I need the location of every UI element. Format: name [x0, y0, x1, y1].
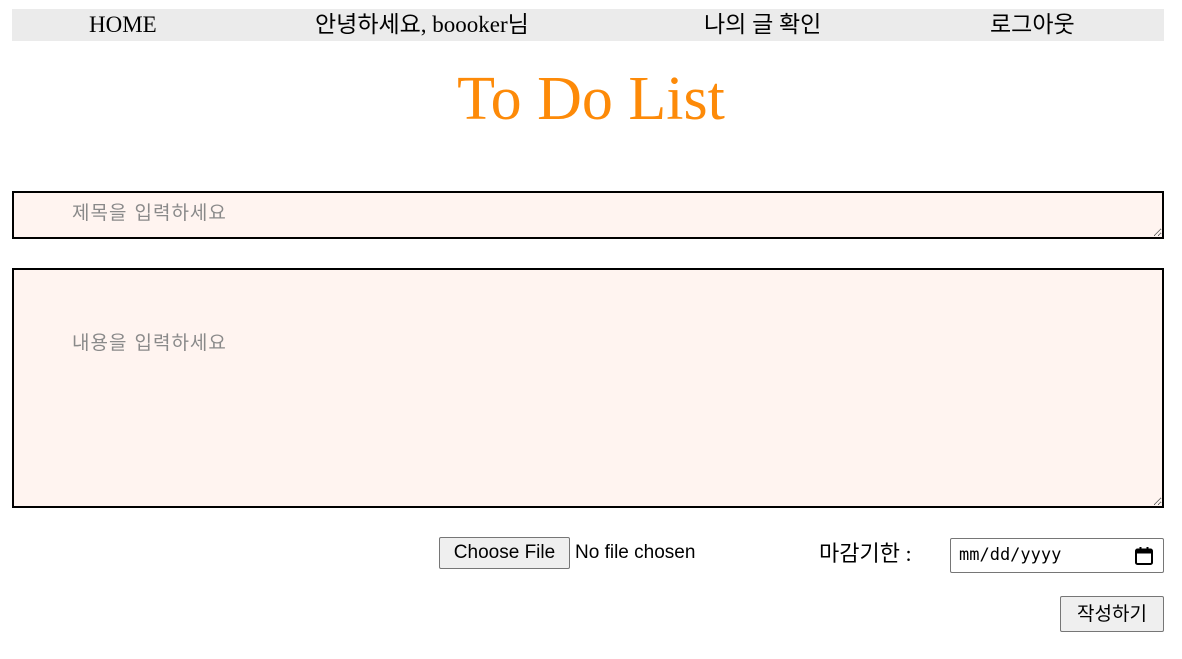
submit-button[interactable]: 작성하기 [1060, 596, 1164, 632]
top-nav: HOME 안녕하세요, boooker님 나의 글 확인 로그아웃 [12, 9, 1164, 41]
date-placeholder: mm/dd/yyyy [959, 545, 1062, 565]
nav-logout-link[interactable]: 로그아웃 [990, 9, 1075, 41]
content-input[interactable] [12, 268, 1164, 508]
nav-my-posts-link[interactable]: 나의 글 확인 [704, 9, 821, 41]
choose-file-button[interactable]: Choose File [439, 537, 570, 569]
deadline-date-input[interactable]: mm/dd/yyyy [950, 538, 1164, 573]
nav-home-link[interactable]: HOME [89, 9, 157, 41]
nav-greeting: 안녕하세요, boooker님 [315, 12, 529, 37]
deadline-label: 마감기한 : [819, 541, 912, 566]
calendar-icon[interactable] [1134, 546, 1154, 566]
file-status-text: No file chosen [575, 542, 696, 563]
title-input[interactable] [12, 191, 1164, 239]
page-title: To Do List [457, 65, 725, 133]
